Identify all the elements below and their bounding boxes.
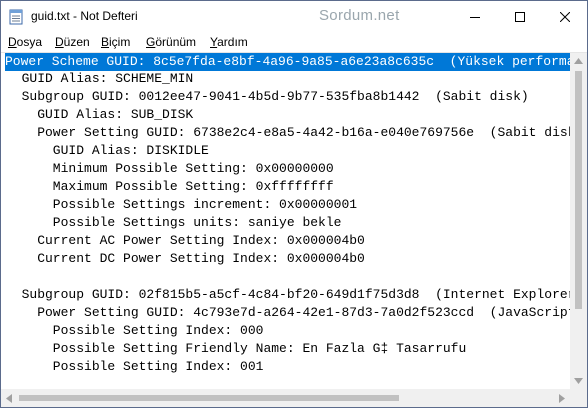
editor-line[interactable]: Possible Settings units: saniye bekle: [6, 214, 342, 232]
vertical-scroll-thumb[interactable]: [575, 71, 582, 309]
editor-line[interactable]: Possible Setting Friendly Name: En Fazla…: [6, 340, 466, 358]
scroll-left-icon[interactable]: [6, 394, 12, 403]
scroll-up-icon[interactable]: [574, 58, 583, 64]
maximize-button[interactable]: [497, 1, 542, 32]
close-icon: [559, 11, 570, 22]
editor-line[interactable]: GUID Alias: DISKIDLE: [6, 142, 209, 160]
editor-line[interactable]: Minimum Possible Setting: 0x00000000: [6, 160, 334, 178]
menu-yardim[interactable]: Yardım: [210, 35, 248, 49]
editor-line[interactable]: Current DC Power Setting Index: 0x000004…: [6, 250, 365, 268]
maximize-icon: [514, 11, 525, 22]
editor-line[interactable]: GUID Alias: SUB_DISK: [6, 106, 193, 124]
editor-line[interactable]: Possible Settings increment: 0x00000001: [6, 196, 357, 214]
notepad-window: guid.txt - Not Defteri Sordum.net Dosya …: [0, 0, 588, 408]
menu-bar: Dosya Düzen Biçim Görünüm Yardım: [1, 32, 587, 53]
menu-gorunum[interactable]: Görünüm: [146, 35, 196, 49]
editor-line-selected[interactable]: Power Scheme GUID: 8c5e7fda-e8bf-4a96-9a…: [5, 53, 570, 71]
editor-line[interactable]: Power Setting GUID: 4c793e7d-a264-42e1-8…: [6, 304, 570, 322]
editor-line[interactable]: Subgroup GUID: 0012ee47-9041-4b5d-9b77-5…: [6, 88, 529, 106]
horizontal-scrollbar[interactable]: [1, 389, 570, 407]
text-editor[interactable]: Power Scheme GUID: 8c5e7fda-e8bf-4a96-9a…: [1, 53, 570, 389]
scroll-right-icon[interactable]: [559, 394, 565, 403]
close-button[interactable]: [542, 1, 587, 32]
window-title: guid.txt - Not Defteri: [31, 9, 138, 23]
editor-line[interactable]: GUID Alias: SCHEME_MIN: [6, 70, 194, 88]
editor-line[interactable]: Possible Setting Index: 000: [6, 322, 264, 340]
editor-line[interactable]: Subgroup GUID: 02f815b5-a5cf-4c84-bf20-6…: [6, 286, 570, 304]
notepad-icon[interactable]: [9, 9, 23, 25]
watermark-text: Sordum.net: [319, 7, 400, 24]
editor-line[interactable]: Power Setting GUID: 6738e2c4-e8a5-4a42-b…: [6, 124, 570, 142]
scrollbar-corner: [570, 389, 587, 407]
vertical-scrollbar[interactable]: [570, 53, 587, 389]
horizontal-scroll-thumb[interactable]: [19, 395, 399, 401]
menu-bicim[interactable]: Biçim: [101, 35, 130, 49]
editor-line[interactable]: Current AC Power Setting Index: 0x000004…: [6, 232, 365, 250]
menu-duzen[interactable]: Düzen: [55, 35, 90, 49]
minimize-button[interactable]: [452, 1, 497, 32]
menu-dosya[interactable]: Dosya: [8, 35, 42, 49]
title-bar[interactable]: guid.txt - Not Defteri Sordum.net: [1, 1, 587, 32]
editor-line[interactable]: Maximum Possible Setting: 0xffffffff: [6, 178, 334, 196]
scroll-down-icon[interactable]: [574, 378, 583, 384]
minimize-icon: [469, 16, 480, 18]
editor-line[interactable]: Possible Setting Index: 001: [6, 358, 264, 376]
